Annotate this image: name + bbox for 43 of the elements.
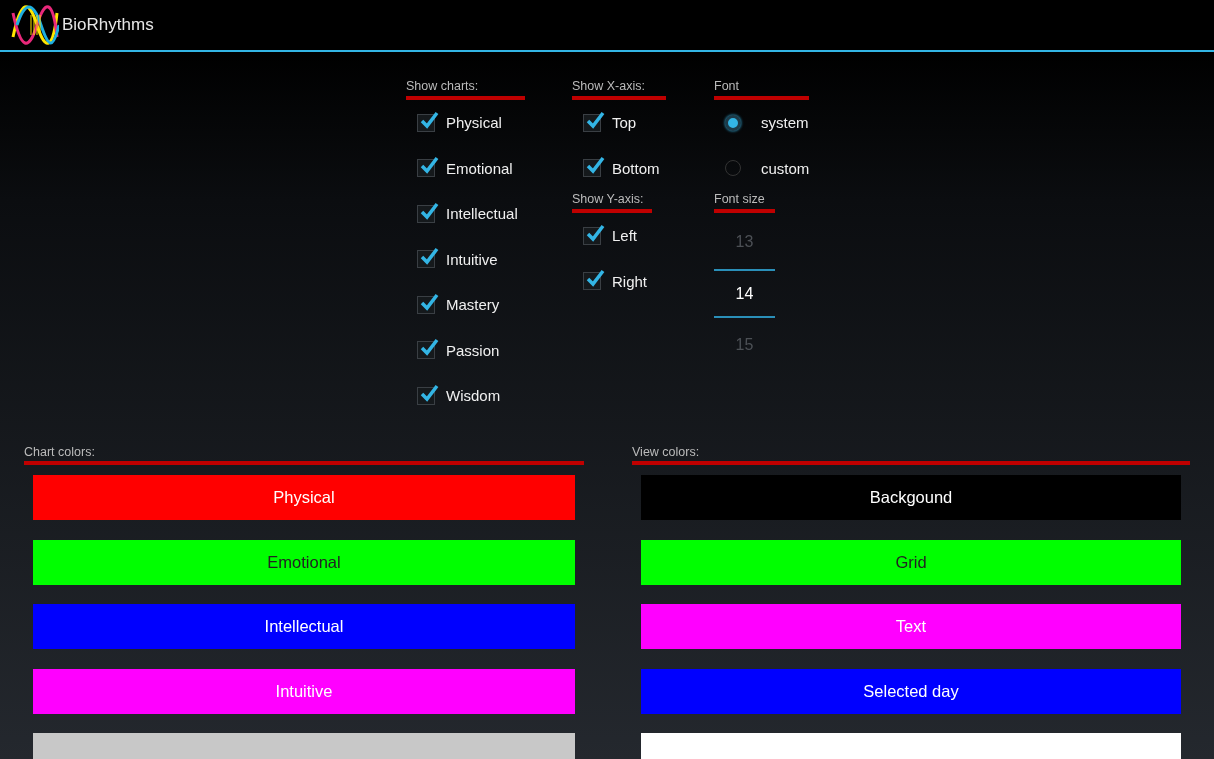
checkbox-row[interactable]: Wisdom — [406, 373, 501, 419]
checkbox-row[interactable]: Passion — [406, 327, 500, 373]
checkbox-label: Intuitive — [446, 250, 498, 268]
checkbox-row[interactable]: Right — [572, 258, 648, 304]
section-header: Font — [714, 78, 809, 100]
checkbox-row[interactable]: Mastery — [406, 282, 500, 328]
checkbox-label: Physical — [446, 114, 502, 132]
section-header: Font size — [714, 191, 775, 213]
app-title: BioRhythms — [62, 15, 154, 35]
radio-row[interactable]: system — [714, 100, 809, 146]
section-header: Show charts: — [406, 78, 525, 100]
checkbox-label: Right — [612, 272, 648, 290]
color-button[interactable]: Emotional — [33, 539, 575, 585]
checkbox-label: Wisdom — [446, 387, 501, 405]
number-picker-item[interactable]: 14 — [714, 269, 775, 318]
checkbox-label: Passion — [446, 341, 500, 359]
color-button[interactable]: Selected day — [641, 668, 1181, 714]
checkbox-row[interactable]: Physical — [406, 100, 502, 146]
checkbox-label: Emotional — [446, 159, 513, 177]
checkbox-label: Top — [612, 114, 637, 132]
color-button[interactable]: Intellectual — [33, 604, 575, 649]
section-header: Show X-axis: — [572, 78, 666, 100]
checkbox-row[interactable]: Intellectual — [406, 191, 518, 237]
section-header: Show Y-axis: — [572, 191, 652, 213]
section-header: View colors: — [632, 444, 1190, 465]
checkbox-row[interactable]: Bottom — [572, 145, 660, 191]
checkbox-row[interactable]: Left — [572, 213, 638, 259]
radio-label: system — [761, 114, 809, 132]
sine-waves-logo-icon[interactable] — [11, 5, 59, 45]
checkbox-row[interactable]: Emotional — [406, 145, 513, 191]
checkbox-label: Mastery — [446, 296, 500, 314]
radio-label: custom — [761, 159, 810, 177]
color-button[interactable]: Backgound — [641, 475, 1181, 520]
section-header: Chart colors: — [24, 444, 584, 465]
checkbox-label: Intellectual — [446, 205, 518, 223]
radio-button[interactable] — [725, 114, 741, 131]
radio-row[interactable]: custom — [714, 145, 810, 191]
checkbox-row[interactable]: Intuitive — [406, 236, 498, 282]
checkbox-label: Bottom — [612, 159, 660, 177]
color-button[interactable]: Grid — [641, 539, 1181, 585]
color-button[interactable]: Physical — [33, 475, 575, 520]
checkbox-row[interactable]: Top — [572, 100, 637, 146]
checkbox-label: Left — [612, 227, 638, 245]
